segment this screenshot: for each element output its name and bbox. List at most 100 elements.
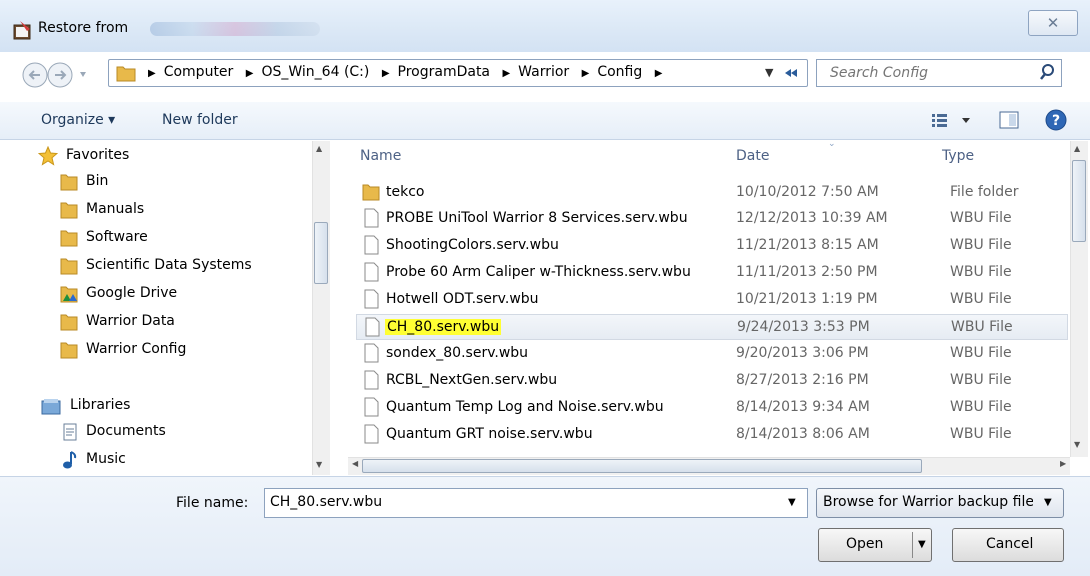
table-row[interactable]: RCBL_NextGen.serv.wbu 8/27/2013 2:16 PM … xyxy=(356,368,1068,394)
scroll-down-icon[interactable]: ▼ xyxy=(316,460,322,469)
libraries-icon xyxy=(41,399,61,415)
scroll-up-icon[interactable]: ▲ xyxy=(1074,144,1080,153)
open-options-dropdown-icon[interactable]: ▼ xyxy=(918,539,926,550)
breadcrumb-item[interactable]: Config xyxy=(597,64,642,80)
table-row[interactable]: Quantum Temp Log and Noise.serv.wbu 8/14… xyxy=(356,395,1068,421)
file-name: Hotwell ODT.serv.wbu xyxy=(386,291,539,307)
back-forward-buttons[interactable] xyxy=(20,60,100,90)
file-name-label: File name: xyxy=(176,495,249,511)
table-row[interactable]: tekco 10/10/2012 7:50 AM File folder xyxy=(356,180,1068,206)
folder-icon xyxy=(60,258,78,275)
breadcrumb-item[interactable]: Computer xyxy=(164,64,234,80)
file-type: WBU File xyxy=(950,372,1012,388)
nav-item-warrior-data[interactable]: Warrior Data xyxy=(0,309,310,335)
file-date: 10/21/2013 1:19 PM xyxy=(736,291,878,307)
nav-item-manuals[interactable]: Manuals xyxy=(0,197,310,223)
help-icon[interactable]: ? xyxy=(1044,108,1068,132)
file-date: 9/24/2013 3:53 PM xyxy=(737,319,870,335)
table-row[interactable]: ShootingColors.serv.wbu 11/21/2013 8:15 … xyxy=(356,233,1068,259)
nav-favorites[interactable]: Favorites xyxy=(0,143,310,169)
table-row-selected[interactable]: CH_80.serv.wbu 9/24/2013 3:53 PM WBU Fil… xyxy=(356,314,1068,340)
nav-item-documents[interactable]: Documents xyxy=(0,419,310,445)
column-header-type[interactable]: Type xyxy=(942,148,974,164)
scroll-down-icon[interactable]: ▼ xyxy=(1074,440,1080,449)
file-icon xyxy=(365,317,380,337)
file-icon xyxy=(364,262,379,282)
file-name: RCBL_NextGen.serv.wbu xyxy=(386,372,558,388)
nav-item-music[interactable]: Music xyxy=(0,447,310,473)
file-type: WBU File xyxy=(950,210,1012,226)
table-row[interactable]: sondex_80.serv.wbu 9/20/2013 3:06 PM WBU… xyxy=(356,341,1068,367)
nav-scrollbar-thumb[interactable] xyxy=(314,222,328,284)
address-dropdown-icon[interactable]: ▼ xyxy=(765,66,773,79)
nav-scrollbar[interactable] xyxy=(312,141,330,475)
folder-icon xyxy=(60,314,78,331)
file-icon xyxy=(364,208,379,228)
nav-item-bin[interactable]: Bin xyxy=(0,169,310,195)
file-type-dropdown-icon[interactable]: ▼ xyxy=(1044,497,1052,508)
organize-button[interactable]: Organize ▾ xyxy=(41,112,115,128)
file-name-dropdown-icon[interactable]: ▼ xyxy=(788,497,796,508)
search-icon[interactable] xyxy=(1038,62,1056,82)
cancel-button-label: Cancel xyxy=(986,536,1034,552)
breadcrumb[interactable]: ▶ Computer ▶ OS_Win_64 (C:) ▶ ProgramData ▶… xyxy=(140,64,670,80)
table-row[interactable]: PROBE UniTool Warrior 8 Services.serv.wb… xyxy=(356,206,1068,232)
navigation-pane: Favorites Bin Manuals Software Scientifi… xyxy=(0,141,330,475)
file-name: sondex_80.serv.wbu xyxy=(386,345,529,361)
preview-pane-icon[interactable] xyxy=(996,108,1022,132)
close-button[interactable]: ✕ xyxy=(1028,10,1078,36)
nav-label: Software xyxy=(86,229,148,245)
file-date: 11/11/2013 2:50 PM xyxy=(736,264,878,280)
scroll-right-icon[interactable]: ▶ xyxy=(1060,459,1066,468)
window-title: Restore from xyxy=(38,20,129,36)
file-name: Probe 60 Arm Caliper w-Thickness.serv.wb… xyxy=(386,264,691,280)
file-date: 10/10/2012 7:50 AM xyxy=(736,184,879,200)
file-type: WBU File xyxy=(950,264,1012,280)
file-type: WBU File xyxy=(950,345,1012,361)
file-date: 12/12/2013 10:39 AM xyxy=(736,210,888,226)
file-date: 11/21/2013 8:15 AM xyxy=(736,237,879,253)
file-date: 8/27/2013 2:16 PM xyxy=(736,372,869,388)
file-type: WBU File xyxy=(950,237,1012,253)
column-header-name[interactable]: Name xyxy=(360,148,401,164)
scroll-up-icon[interactable]: ▲ xyxy=(316,144,322,153)
file-type: WBU File xyxy=(951,319,1013,335)
file-type-filter-label: Browse for Warrior backup file ( xyxy=(823,494,1033,510)
nav-libraries[interactable]: Libraries xyxy=(0,393,310,419)
nav-item-google-drive[interactable]: Google Drive xyxy=(0,281,310,307)
nav-label: Documents xyxy=(86,423,166,439)
file-icon xyxy=(364,424,379,444)
nav-label: Google Drive xyxy=(86,285,178,301)
nav-item-software[interactable]: Software xyxy=(0,225,310,251)
file-type: WBU File xyxy=(950,426,1012,442)
column-header-date[interactable]: Date xyxy=(736,148,769,164)
table-row[interactable]: Quantum GRT noise.serv.wbu 8/14/2013 8:0… xyxy=(356,422,1068,448)
horizontal-scrollbar-thumb[interactable] xyxy=(362,459,922,473)
breadcrumb-item[interactable]: OS_Win_64 (C:) xyxy=(261,64,369,80)
table-row[interactable]: Hotwell ODT.serv.wbu 10/21/2013 1:19 PM … xyxy=(356,287,1068,313)
documents-icon xyxy=(63,423,77,441)
nav-label: Scientific Data Systems xyxy=(86,257,252,273)
change-view-icon[interactable] xyxy=(930,108,980,132)
new-folder-button[interactable]: New folder xyxy=(162,112,238,128)
star-icon xyxy=(38,146,58,166)
refresh-icon[interactable] xyxy=(782,64,802,82)
background-toolbar-ghost xyxy=(150,22,320,36)
file-date: 8/14/2013 8:06 AM xyxy=(736,426,870,442)
search-input[interactable] xyxy=(830,65,1030,81)
folder-icon xyxy=(60,202,78,219)
table-row[interactable]: Probe 60 Arm Caliper w-Thickness.serv.wb… xyxy=(356,260,1068,286)
google-drive-folder-icon xyxy=(60,286,78,303)
breadcrumb-item[interactable]: ProgramData xyxy=(398,64,491,80)
breadcrumb-item[interactable]: Warrior xyxy=(518,64,569,80)
nav-label: Bin xyxy=(86,173,109,189)
nav-item-warrior-config[interactable]: Warrior Config xyxy=(0,337,310,363)
nav-label: Manuals xyxy=(86,201,145,217)
file-name-input[interactable] xyxy=(270,494,770,510)
svg-text:?: ? xyxy=(1052,113,1060,129)
file-list-scrollbar-thumb[interactable] xyxy=(1072,160,1086,242)
file-icon xyxy=(364,343,379,363)
nav-item-scientific-data-systems[interactable]: Scientific Data Systems xyxy=(0,253,310,279)
scroll-left-icon[interactable]: ◀ xyxy=(352,459,358,468)
file-name: ShootingColors.serv.wbu xyxy=(386,237,559,253)
